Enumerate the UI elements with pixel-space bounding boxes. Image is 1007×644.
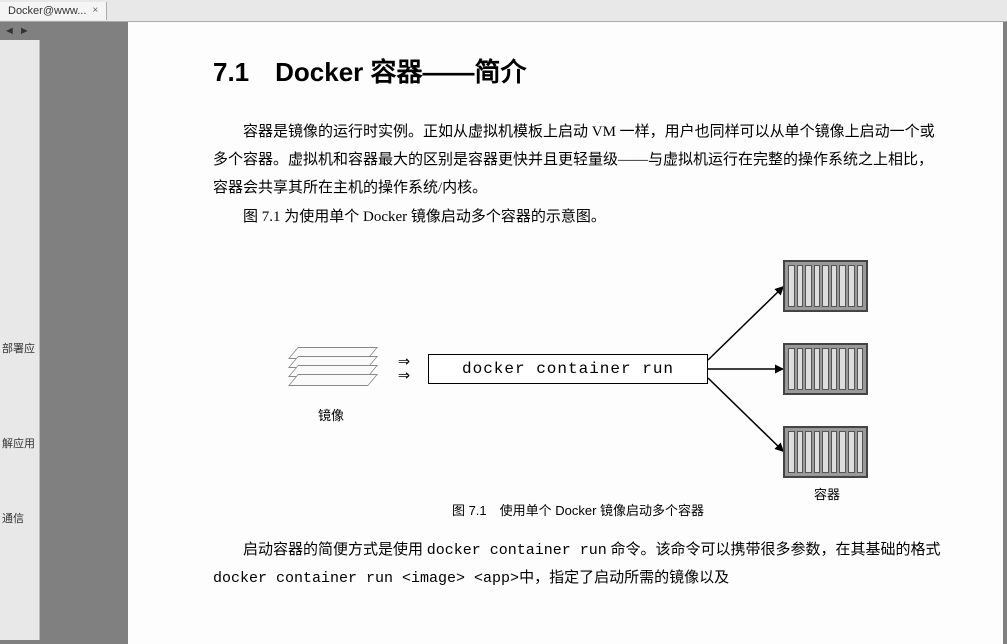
tab-bar: Docker@www... × xyxy=(0,0,1007,22)
document-page: 7.1 Docker 容器——简介 容器是镜像的运行时实例。正如从虚拟机模板上启… xyxy=(128,22,1003,644)
sidebar-item-comm[interactable]: 通信 xyxy=(2,510,38,526)
container-icon xyxy=(783,426,868,478)
sidebar-item-deploy[interactable]: 部署应 xyxy=(2,340,38,356)
paragraph-1: 容器是镜像的运行时实例。正如从虚拟机模板上启动 VM 一样，用户也同样可以从单个… xyxy=(213,119,943,202)
container-label: 容器 xyxy=(814,484,840,503)
inline-code: docker container run <image> <app> xyxy=(213,570,519,587)
container-icon xyxy=(783,260,868,312)
figure-7-1: 镜像 ⇒ ⇒ docker container run xyxy=(268,250,888,490)
p3-text: 命令。该命令可以携带很多参数，在其基础的格式 xyxy=(607,542,941,558)
container-icon xyxy=(783,343,868,395)
paragraph-3: 启动容器的简便方式是使用 docker container run 命令。该命令… xyxy=(213,537,943,593)
page-area: 7.1 Docker 容器——简介 容器是镜像的运行时实例。正如从虚拟机模板上启… xyxy=(40,22,1007,644)
arrow-in-icon: ⇒ xyxy=(398,362,410,386)
close-icon[interactable]: × xyxy=(92,5,98,16)
image-label: 镜像 xyxy=(318,405,344,424)
nav-left-icon[interactable]: ◄ xyxy=(4,25,15,37)
sidebar-item-app[interactable]: 解应用 xyxy=(2,435,38,451)
section-heading: 7.1 Docker 容器——简介 xyxy=(213,52,943,89)
paragraph-2: 图 7.1 为使用单个 Docker 镜像启动多个容器的示意图。 xyxy=(213,204,943,232)
tab-title: Docker@www... xyxy=(8,5,86,17)
image-layers-icon xyxy=(293,350,373,386)
nav-arrows: ◄ ► xyxy=(4,25,30,37)
inline-code: docker container run xyxy=(427,542,607,559)
p3-text: 启动容器的简便方式是使用 xyxy=(243,542,427,558)
command-box: docker container run xyxy=(428,354,708,384)
p3-text: 中，指定了启动所需的镜像以及 xyxy=(519,570,729,586)
document-tab[interactable]: Docker@www... × xyxy=(0,2,107,20)
sidebar: 部署应 解应用 通信 xyxy=(0,40,40,640)
page-gutter xyxy=(40,22,128,644)
nav-right-icon[interactable]: ► xyxy=(19,25,30,37)
